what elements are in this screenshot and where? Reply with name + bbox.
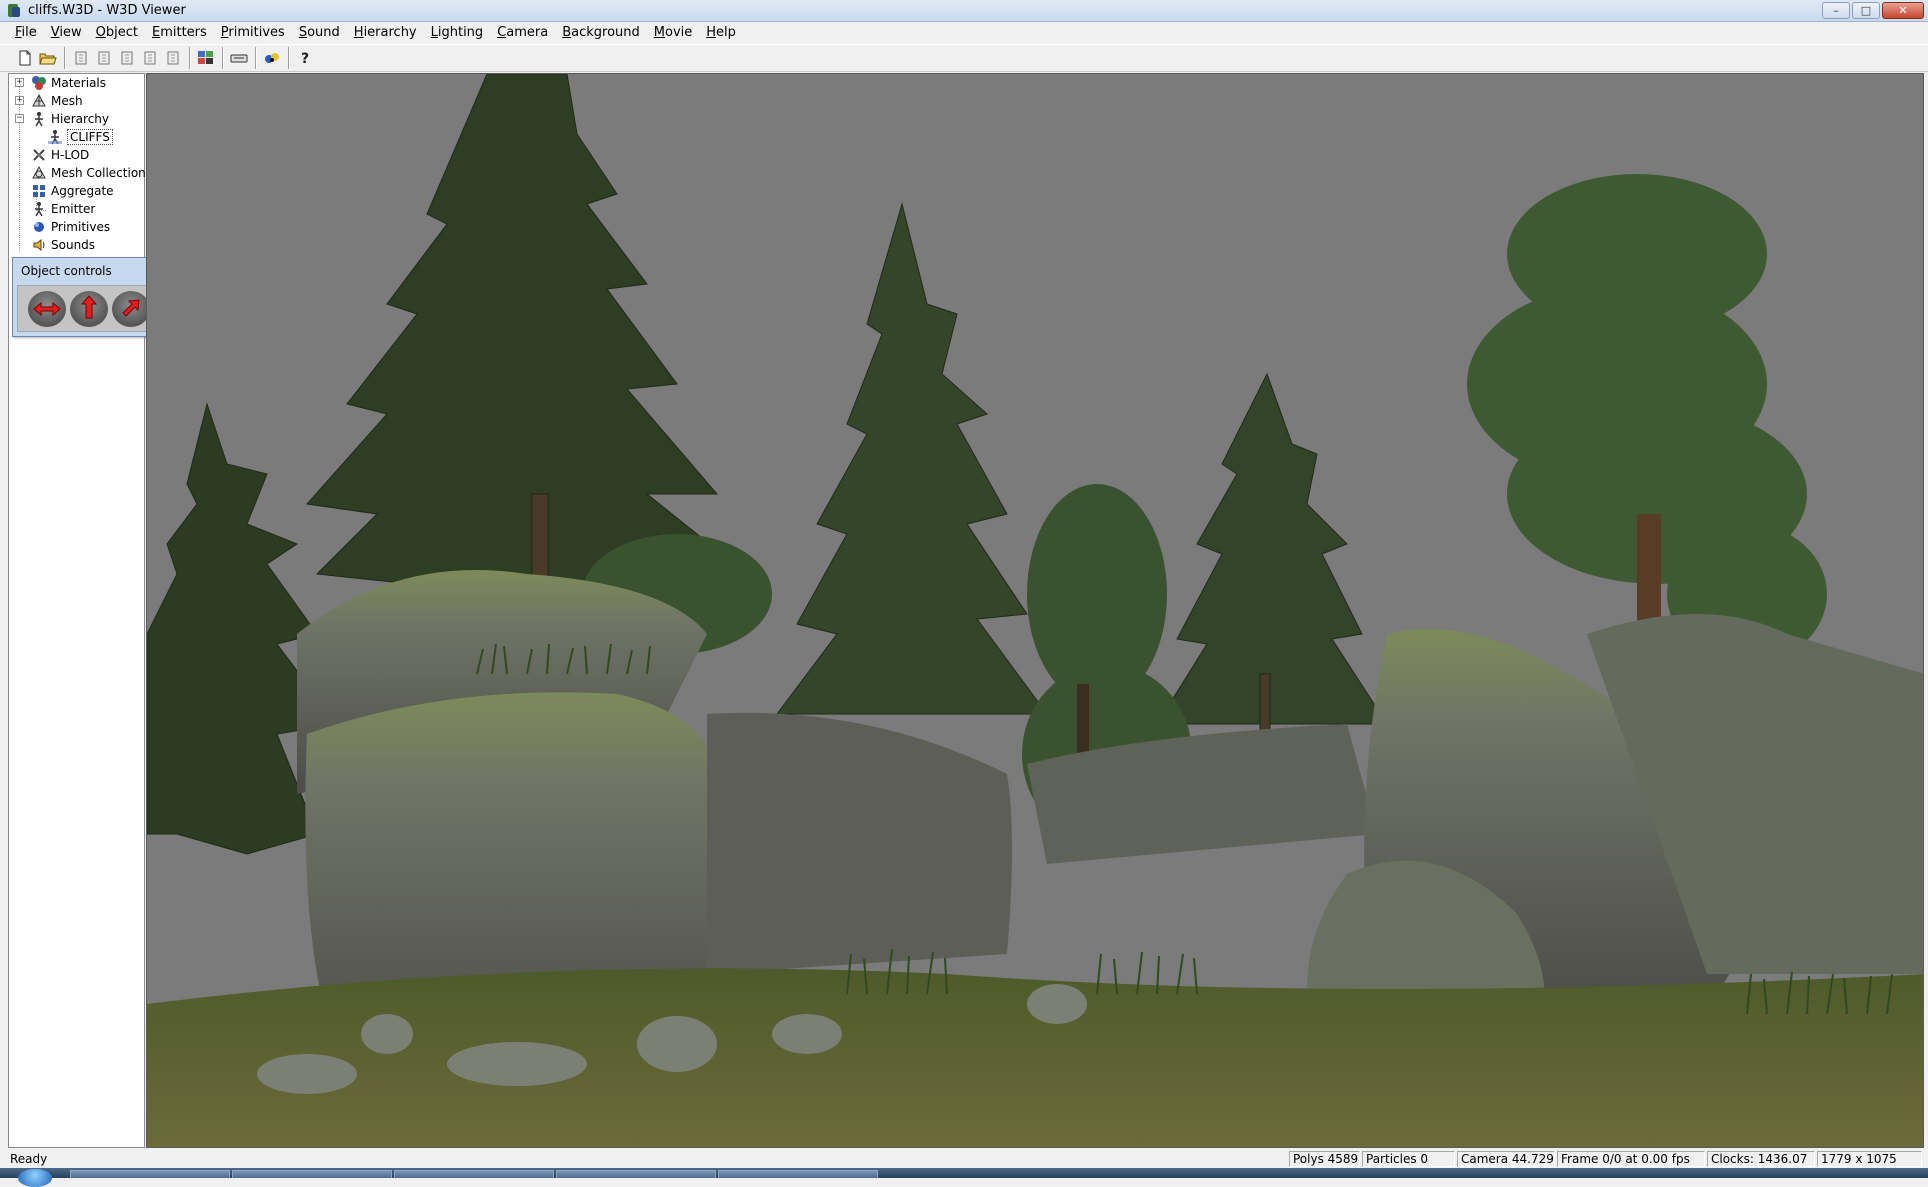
tree-item-mesh-collection[interactable]: Mesh Collection	[11, 164, 146, 182]
hierarchy-icon	[31, 111, 47, 127]
status-ready: Ready	[10, 1152, 48, 1166]
tree-item-label: Hierarchy	[51, 112, 110, 126]
taskbar-button[interactable]	[70, 1170, 230, 1178]
tree-item-sounds[interactable]: Sounds	[11, 236, 95, 254]
menu-lighting[interactable]: Lighting	[424, 25, 491, 40]
menu-camera[interactable]: Camera	[490, 25, 555, 40]
status-polys: Polys 45894	[1289, 1151, 1360, 1167]
materials-icon	[31, 75, 47, 91]
keyboard-icon[interactable]	[228, 47, 250, 69]
asset-tree[interactable]: + Materials + Mesh − Hierarchy CLIFFS H-…	[8, 73, 146, 1148]
animation-icon[interactable]	[261, 47, 283, 69]
aggregate-icon	[31, 183, 47, 199]
lod-3-icon[interactable]	[116, 47, 138, 69]
tree-item-primitives[interactable]: Primitives	[11, 218, 110, 236]
menu-view[interactable]: View	[44, 25, 89, 40]
menu-file[interactable]: File	[8, 25, 44, 40]
mesh-collection-icon	[31, 165, 47, 181]
expand-toggle[interactable]: +	[15, 78, 24, 87]
tree-item-label: Primitives	[51, 220, 111, 234]
open-folder-icon[interactable]	[37, 47, 59, 69]
title-bar[interactable]: cliffs.W3D - W3D Viewer – □ ✕	[0, 0, 1928, 22]
status-camera: Camera 44.729	[1457, 1151, 1555, 1167]
lod-2-icon[interactable]	[93, 47, 115, 69]
lod-1-icon[interactable]	[70, 47, 92, 69]
tree-item-label: Mesh	[51, 94, 83, 108]
menu-primitives[interactable]: Primitives	[214, 25, 292, 40]
expand-toggle[interactable]: +	[15, 96, 24, 105]
tree-item-label: Mesh Collection	[51, 166, 146, 180]
emitter-icon	[31, 201, 47, 217]
menu-sound[interactable]: Sound	[292, 25, 347, 40]
collapse-toggle[interactable]: −	[15, 114, 24, 123]
toolbar-separator	[288, 47, 290, 69]
toolbar: ?	[0, 44, 1928, 72]
status-resolution: 1779 x 1075	[1817, 1151, 1922, 1167]
hierarchy-icon	[47, 129, 63, 145]
render-viewport[interactable]	[146, 73, 1924, 1148]
status-frame: Frame 0/0 at 0.00 fps	[1557, 1151, 1705, 1167]
tree-item-emitter[interactable]: Emitter	[11, 200, 95, 218]
menu-help[interactable]: Help	[699, 25, 743, 40]
taskbar-button[interactable]	[718, 1170, 878, 1178]
new-file-icon[interactable]	[14, 47, 36, 69]
tree-item-label: Emitter	[51, 202, 96, 216]
toolbar-separator	[255, 47, 257, 69]
tree-item-mesh[interactable]: + Mesh	[11, 92, 83, 110]
svg-text:?: ?	[301, 51, 309, 66]
h-lod-icon	[31, 147, 47, 163]
start-button[interactable]	[18, 1169, 52, 1187]
status-clocks: Clocks: 1436.07	[1707, 1151, 1815, 1167]
os-taskbar	[0, 1168, 1928, 1187]
tree-item-label: Sounds	[51, 238, 96, 252]
toolbar-separator	[189, 47, 191, 69]
primitives-icon	[31, 219, 47, 235]
taskbar-button[interactable]	[232, 1170, 392, 1178]
menu-hierarchy[interactable]: Hierarchy	[347, 25, 424, 40]
object-controls-title: Object controls	[21, 264, 112, 278]
window-controls: – □ ✕	[1822, 2, 1924, 19]
tree-item-label: H-LOD	[51, 148, 90, 162]
lod-4-icon[interactable]	[139, 47, 161, 69]
sounds-icon	[31, 237, 47, 253]
toolbar-separator	[64, 47, 66, 69]
status-particles: Particles 0	[1362, 1151, 1455, 1167]
tree-item-aggregate[interactable]: Aggregate	[11, 182, 114, 200]
tree-item-h-lod[interactable]: H-LOD	[11, 146, 89, 164]
menu-bar: File View Object Emitters Primitives Sou…	[0, 22, 1928, 42]
tree-item-hierarchy[interactable]: − Hierarchy	[11, 110, 109, 128]
lod-5-icon[interactable]	[162, 47, 184, 69]
app-window: cliffs.W3D - W3D Viewer – □ ✕ File View …	[0, 0, 1928, 1187]
tree-item-materials[interactable]: + Materials	[11, 74, 106, 92]
menu-background[interactable]: Background	[555, 25, 647, 40]
status-bar: Ready Polys 45894 Particles 0 Camera 44.…	[0, 1150, 1928, 1168]
taskbar-button[interactable]	[556, 1170, 716, 1178]
toolbar-separator	[222, 47, 224, 69]
close-button[interactable]: ✕	[1882, 2, 1924, 19]
menu-emitters[interactable]: Emitters	[145, 25, 214, 40]
minimize-button[interactable]: –	[1822, 2, 1850, 19]
render-settings-icon[interactable]	[195, 47, 217, 69]
tree-item-label: Materials	[51, 76, 107, 90]
menu-movie[interactable]: Movie	[647, 25, 699, 40]
help-icon[interactable]: ?	[294, 47, 316, 69]
taskbar-button[interactable]	[394, 1170, 554, 1178]
tree-item-label: Aggregate	[51, 184, 114, 198]
move-diagonal-icon[interactable]	[112, 291, 150, 327]
menu-object[interactable]: Object	[89, 25, 145, 40]
window-title: cliffs.W3D - W3D Viewer	[28, 3, 186, 18]
tree-item-label: CLIFFS	[67, 129, 113, 145]
forest-cliffs-scene	[147, 74, 1923, 1147]
restore-button[interactable]: □	[1852, 2, 1880, 19]
tree-item-cliffs[interactable]: CLIFFS	[47, 128, 113, 146]
move-horizontal-icon[interactable]	[28, 291, 66, 327]
w3d-viewer-app-icon	[6, 3, 22, 19]
move-vertical-icon[interactable]	[70, 291, 108, 327]
mesh-icon	[31, 93, 47, 109]
